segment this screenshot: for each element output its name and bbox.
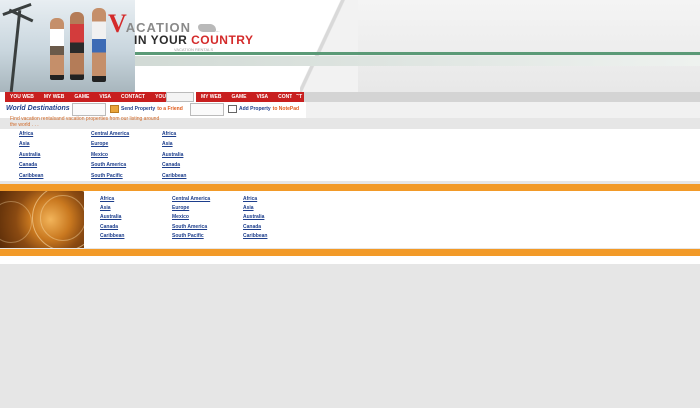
titlebar-grey-filler bbox=[306, 102, 700, 118]
nav-item-you-web[interactable]: YOU WEB bbox=[5, 94, 39, 100]
send-property-label-rest: to a Friend bbox=[157, 106, 183, 112]
nav-item-my-web-right[interactable]: MY WEB bbox=[196, 94, 226, 100]
link-australia[interactable]: Australia bbox=[19, 150, 43, 160]
link-canada[interactable]: Canada bbox=[100, 223, 124, 232]
link-canada[interactable]: Canada bbox=[243, 223, 267, 232]
nav-item-my-web[interactable]: MY WEB bbox=[39, 94, 69, 100]
send-property-button[interactable]: Send Property to a Friend bbox=[110, 105, 183, 113]
globe-image bbox=[0, 191, 84, 248]
link-europe[interactable]: Europe bbox=[172, 204, 210, 213]
link-south-pacific[interactable]: South Pacific bbox=[91, 171, 129, 181]
link-south-america[interactable]: South America bbox=[91, 160, 129, 170]
link-mexico[interactable]: Mexico bbox=[172, 213, 210, 222]
link-caribbean[interactable]: Caribbean bbox=[19, 171, 43, 181]
skater-figure bbox=[70, 12, 84, 80]
orange-divider-bottom bbox=[0, 249, 700, 256]
header-grey-panel bbox=[300, 0, 700, 92]
footer-white-band bbox=[0, 256, 700, 264]
link-africa[interactable]: Africa bbox=[243, 195, 267, 204]
destination-column-5: Central America Europe Mexico South Amer… bbox=[172, 195, 210, 241]
globe-ring bbox=[40, 195, 84, 241]
logo-tagline: VACATION RENTALS bbox=[174, 47, 254, 52]
skater-figure bbox=[92, 8, 106, 82]
link-canada[interactable]: Canada bbox=[162, 160, 186, 170]
titlebar-broken-image bbox=[72, 103, 106, 116]
world-destinations-title: World Destinations bbox=[6, 105, 70, 112]
link-africa[interactable]: Africa bbox=[19, 129, 43, 139]
site-header: VACATION ... IN YOUR COUNTRY VACATION RE… bbox=[0, 0, 700, 92]
nav-item-contact-right[interactable]: CONTACT bbox=[273, 94, 307, 100]
destination-column-4: Africa Asia Australia Canada Caribbean bbox=[100, 195, 124, 241]
link-asia[interactable]: Asia bbox=[100, 204, 124, 213]
logo-letter-v: V bbox=[108, 9, 126, 38]
nav-item-visa-right[interactable]: VISA bbox=[251, 94, 273, 100]
nav-broken-image bbox=[166, 92, 194, 102]
link-asia[interactable]: Asia bbox=[19, 139, 43, 149]
link-asia[interactable]: Asia bbox=[243, 204, 267, 213]
main-navbar: YOU WEB MY WEB GAME VISA CONTACT YOU WEB… bbox=[0, 92, 700, 102]
site-logo[interactable]: VACATION ... IN YOUR COUNTRY VACATION RE… bbox=[108, 12, 254, 52]
destinations-section-1: Africa Asia Australia Canada Caribbean C… bbox=[0, 129, 700, 181]
link-south-america[interactable]: South America bbox=[172, 223, 210, 232]
nav-item-game-right[interactable]: GAME bbox=[226, 94, 251, 100]
orange-divider-top bbox=[0, 184, 700, 191]
logo-in-your: IN YOUR bbox=[134, 33, 191, 47]
world-map-icon bbox=[198, 24, 216, 32]
nav-item-contact[interactable]: CONTACT bbox=[116, 94, 150, 100]
nav-right-group: MY WEB GAME VISA CONTACT bbox=[196, 92, 307, 102]
link-africa[interactable]: Africa bbox=[100, 195, 124, 204]
link-asia[interactable]: Asia bbox=[162, 139, 186, 149]
link-mexico[interactable]: Mexico bbox=[91, 150, 129, 160]
link-europe[interactable]: Europe bbox=[91, 139, 129, 149]
nav-item-game[interactable]: GAME bbox=[69, 94, 94, 100]
intro-text: Find vacation rentalsand vacation proper… bbox=[10, 116, 160, 128]
link-africa[interactable]: Africa bbox=[162, 129, 186, 139]
link-canada[interactable]: Canada bbox=[19, 160, 43, 170]
header-diagonal-swoosh bbox=[300, 0, 358, 92]
destination-column-1: Africa Asia Australia Canada Caribbean bbox=[19, 129, 43, 181]
logo-line2: IN YOUR COUNTRY bbox=[134, 33, 254, 47]
link-caribbean[interactable]: Caribbean bbox=[162, 171, 186, 181]
link-australia[interactable]: Australia bbox=[100, 213, 124, 222]
palm-tree-icon bbox=[10, 10, 22, 92]
destination-column-6: Africa Asia Australia Canada Caribbean bbox=[243, 195, 267, 241]
skater-figure bbox=[50, 18, 64, 80]
nav-grey-filler bbox=[304, 92, 700, 102]
nav-arrow-icon bbox=[292, 92, 300, 102]
globe-ring bbox=[0, 201, 32, 243]
destination-column-2: Central America Europe Mexico South Amer… bbox=[91, 129, 129, 181]
add-property-label-rest: to NotePad bbox=[273, 106, 299, 112]
envelope-icon bbox=[110, 105, 119, 113]
link-central-america[interactable]: Central America bbox=[91, 129, 129, 139]
link-caribbean[interactable]: Caribbean bbox=[100, 232, 124, 241]
link-australia[interactable]: Australia bbox=[243, 213, 267, 222]
destination-column-3: Africa Asia Australia Canada Caribbean bbox=[162, 129, 186, 181]
link-caribbean[interactable]: Caribbean bbox=[243, 232, 267, 241]
destinations-section-2: Africa Asia Australia Canada Caribbean C… bbox=[0, 191, 700, 248]
header-soft-stripe bbox=[90, 56, 700, 66]
add-property-button[interactable]: Add Property to NotePad bbox=[228, 105, 299, 113]
titlebar-broken-image-2 bbox=[190, 103, 224, 116]
logo-country: COUNTRY bbox=[191, 33, 253, 47]
link-australia[interactable]: Australia bbox=[162, 150, 186, 160]
notepad-icon bbox=[228, 105, 237, 113]
send-property-label: Send Property bbox=[121, 106, 155, 112]
nav-item-visa[interactable]: VISA bbox=[94, 94, 116, 100]
add-property-label: Add Property bbox=[239, 106, 271, 112]
link-central-america[interactable]: Central America bbox=[172, 195, 210, 204]
link-south-pacific[interactable]: South Pacific bbox=[172, 232, 210, 241]
nav-left-group: YOU WEB MY WEB GAME VISA CONTACT YOU WEB bbox=[5, 92, 184, 102]
